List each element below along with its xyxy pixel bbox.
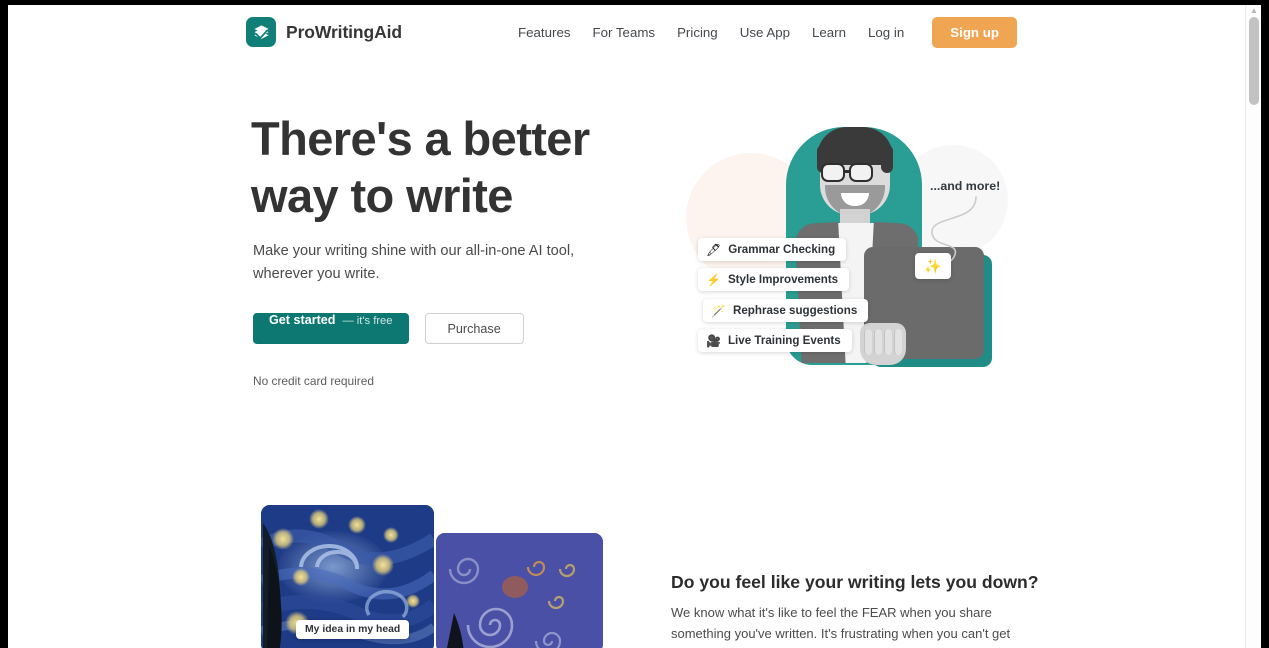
finger bbox=[884, 329, 892, 355]
nav-item-features[interactable]: Features bbox=[507, 18, 581, 48]
sparkle-icon: ✨ bbox=[915, 253, 951, 279]
scroll-up-arrow[interactable]: ▲ bbox=[1249, 6, 1259, 16]
no-credit-card-note: No credit card required bbox=[253, 374, 374, 388]
finger bbox=[874, 329, 882, 355]
get-started-label: Get started bbox=[269, 313, 336, 327]
and-more-callout: ...and more! bbox=[930, 179, 1001, 193]
logo-text: ProWritingAid bbox=[286, 21, 403, 42]
lightning-icon: ⚡ bbox=[706, 272, 721, 287]
idea-label: My idea in my head bbox=[296, 620, 410, 639]
nav-item-for-teams[interactable]: For Teams bbox=[582, 18, 667, 48]
scrollbar-thumb[interactable] bbox=[1249, 17, 1259, 105]
person-hair-side bbox=[881, 145, 893, 173]
doodle-svg bbox=[436, 533, 603, 648]
glasses-lens bbox=[849, 163, 873, 182]
feature-label: Style Improvements bbox=[727, 273, 839, 286]
feature-label: Live Training Events bbox=[727, 334, 841, 347]
get-started-button[interactable]: Get started — it's free bbox=[253, 313, 409, 344]
page-content: ProWritingAid Features For Teams Pricing… bbox=[8, 5, 1245, 648]
hero-cta-group: Get started — it's free Purchase bbox=[253, 313, 524, 344]
hero-subtitle: Make your writing shine with our all-in-… bbox=[253, 243, 575, 282]
doodle-card bbox=[436, 533, 603, 648]
finger bbox=[864, 329, 872, 355]
feature-card-grammar: 🖋 Grammar Checking bbox=[698, 238, 847, 261]
glasses-lens bbox=[821, 163, 845, 182]
browser-viewport: ProWritingAid Features For Teams Pricing… bbox=[8, 5, 1261, 648]
get-started-sublabel: — it's free bbox=[342, 315, 393, 327]
site-header: ProWritingAid Features For Teams Pricing… bbox=[8, 5, 1245, 61]
movie-camera-icon: 🎥 bbox=[706, 333, 721, 348]
feature-label: Grammar Checking bbox=[728, 243, 836, 256]
glasses-bridge bbox=[845, 170, 849, 173]
page-title: There's a better way to write bbox=[251, 112, 590, 222]
purchase-button[interactable]: Purchase bbox=[424, 313, 524, 344]
nav-item-learn[interactable]: Learn bbox=[801, 18, 857, 48]
feature-card-live-events: 🎥 Live Training Events bbox=[698, 329, 852, 352]
feature-card-rephrase: 🪄 Rephrase suggestions bbox=[703, 299, 869, 322]
logo[interactable]: ProWritingAid bbox=[246, 17, 402, 47]
magic-wand-icon: 🪄 bbox=[711, 303, 726, 318]
main-nav: Features For Teams Pricing Use App Learn… bbox=[507, 17, 1017, 48]
nav-item-pricing[interactable]: Pricing bbox=[666, 18, 729, 48]
nav-item-log-in[interactable]: Log in bbox=[857, 18, 915, 48]
pen-icon: 🖋 bbox=[706, 242, 722, 257]
sign-up-button[interactable]: Sign up bbox=[932, 17, 1017, 48]
finger bbox=[894, 329, 902, 355]
person-hand bbox=[860, 323, 906, 365]
vertical-scrollbar[interactable]: ▲ bbox=[1245, 5, 1261, 648]
nav-item-use-app[interactable]: Use App bbox=[729, 18, 801, 48]
feature-card-style: ⚡ Style Improvements bbox=[698, 268, 850, 291]
section-body: We know what it's like to feel the FEAR … bbox=[671, 605, 1011, 648]
section-title: Do you feel like your writing lets you d… bbox=[671, 572, 1039, 592]
feature-label: Rephrase suggestions bbox=[732, 304, 858, 317]
book-stack-icon bbox=[246, 17, 276, 47]
hero-illustration: ...and more! 🖋 Grammar Checking ⚡ Style … bbox=[668, 105, 1028, 395]
